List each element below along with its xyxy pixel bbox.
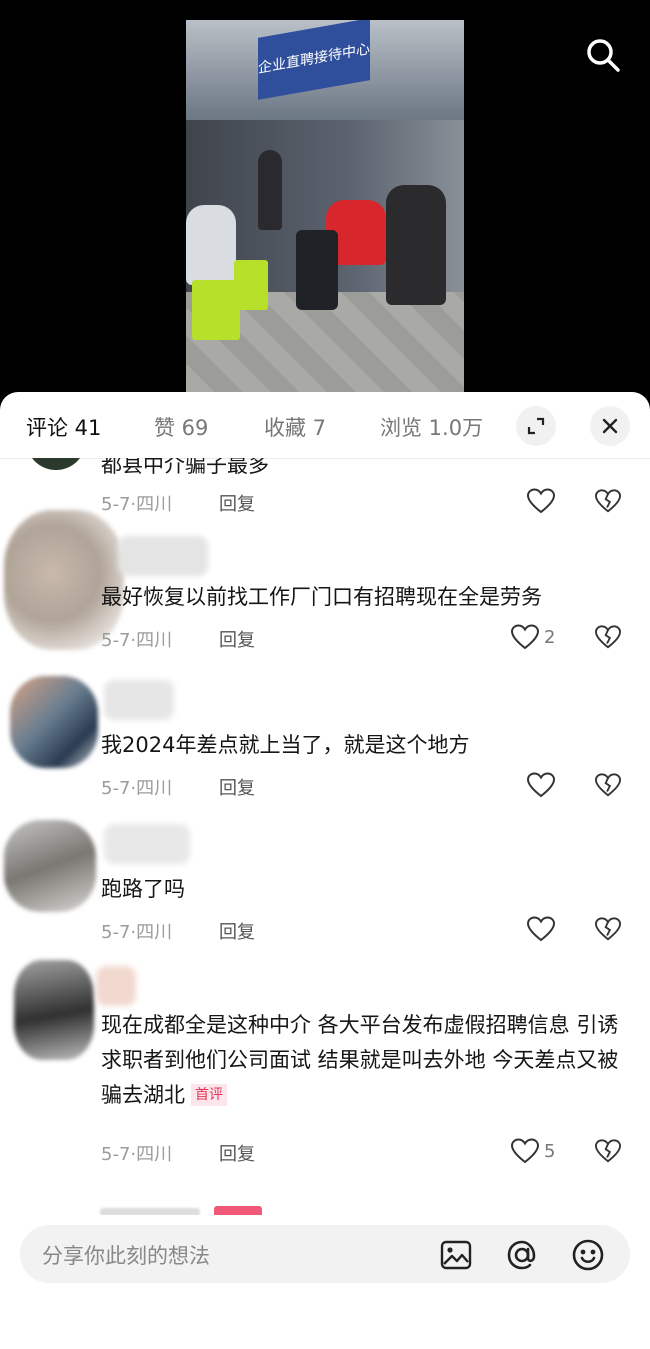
- avatar[interactable]: [10, 676, 98, 768]
- like-count: 5: [544, 1140, 556, 1162]
- reply-button[interactable]: 回复: [219, 918, 255, 944]
- heart-icon: [510, 624, 540, 650]
- dislike-button[interactable]: [594, 1138, 622, 1168]
- dislike-button[interactable]: [594, 772, 622, 802]
- heart-icon: [526, 772, 556, 798]
- like-button[interactable]: [526, 771, 556, 799]
- heart-icon: [526, 916, 556, 942]
- comment-text: 都县中介骗子最多: [101, 458, 269, 477]
- comment-item: 最好恢复以前找工作厂门口有招聘现在全是劳务 5-7·四川 回复 2: [0, 510, 650, 654]
- reply-button[interactable]: 回复: [219, 626, 255, 652]
- comment-meta: 5-7·四川: [101, 778, 173, 799]
- comment-meta: 5-7·四川: [101, 630, 173, 651]
- comment-item: 跑路了吗 5-7·四川 回复: [0, 816, 650, 952]
- expand-icon: [527, 417, 545, 435]
- close-icon: [602, 418, 618, 434]
- comment-item: 我2024年差点就上当了，就是这个地方 5-7·四川 回复: [0, 672, 650, 808]
- image-icon[interactable]: [438, 1237, 474, 1273]
- person-figure: [186, 205, 236, 285]
- like-count: 2: [544, 626, 556, 648]
- person-figure: [258, 150, 282, 230]
- comment-text: 跑路了吗: [101, 877, 185, 901]
- comment-text: 现在成都全是这种中介 各大平台发布虚假招聘信息 引诱求职者到他们公司面试 结果就…: [101, 1013, 619, 1107]
- video-area[interactable]: 企业直聘接待中心: [0, 0, 650, 405]
- avatar[interactable]: [14, 960, 94, 1060]
- like-button[interactable]: 2: [510, 623, 555, 651]
- reply-button[interactable]: 回复: [219, 774, 255, 800]
- like-button[interactable]: [526, 915, 556, 943]
- comment-sheet: 评论 41 赞 69 收藏 7 浏览 1.0万 都县中介骗子最多 5-7·四川 …: [0, 392, 650, 1349]
- comment-item-partial: [0, 1206, 650, 1215]
- badge-partial: [214, 1206, 262, 1215]
- person-figure: [386, 185, 446, 305]
- comment-text: 我2024年差点就上当了，就是这个地方: [101, 733, 470, 757]
- broken-heart-icon: [594, 625, 622, 649]
- username-blurred: [118, 536, 208, 576]
- dislike-button[interactable]: [594, 916, 622, 946]
- comment-text: 最好恢复以前找工作厂门口有招聘现在全是劳务: [101, 585, 542, 609]
- broken-heart-icon: [594, 773, 622, 797]
- expand-button[interactable]: [516, 406, 556, 446]
- tab-views[interactable]: 浏览 1.0万: [380, 412, 483, 442]
- like-button[interactable]: 5: [510, 1137, 555, 1165]
- broken-heart-icon: [594, 917, 622, 941]
- username-blurred: [100, 1208, 200, 1215]
- emoji-icon[interactable]: [570, 1237, 606, 1273]
- avatar[interactable]: [4, 820, 96, 912]
- comment-item: 现在成都全是这种中介 各大平台发布虚假招聘信息 引诱求职者到他们公司面试 结果就…: [0, 960, 650, 1190]
- avatar[interactable]: [26, 458, 86, 470]
- search-icon: [587, 39, 620, 72]
- first-comment-badge: 首评: [191, 1084, 227, 1106]
- tab-favorites[interactable]: 收藏 7: [264, 412, 326, 442]
- heart-icon: [510, 1138, 540, 1164]
- search-button[interactable]: [582, 34, 626, 78]
- tab-likes[interactable]: 赞 69: [154, 412, 208, 442]
- comment-meta: 5-7·四川: [101, 922, 173, 943]
- at-icon[interactable]: [504, 1237, 540, 1273]
- username-blurred: [104, 824, 190, 864]
- reply-button[interactable]: 回复: [219, 1140, 255, 1166]
- comment-input[interactable]: 分享你此刻的想法: [20, 1225, 630, 1283]
- comment-meta: 5-7·四川: [101, 1144, 173, 1165]
- tab-comments[interactable]: 评论 41: [26, 412, 101, 442]
- broken-heart-icon: [594, 1139, 622, 1163]
- dislike-button[interactable]: [594, 624, 622, 654]
- comment-list[interactable]: 都县中介骗子最多 5-7·四川 回复 最好恢复以前找工作厂门口有招聘现在全是劳务…: [0, 458, 650, 1215]
- comment-input-bar: 分享你此刻的想法: [0, 1215, 650, 1349]
- video-frame: 企业直聘接待中心: [186, 20, 464, 392]
- username-blurred: [96, 966, 136, 1006]
- suitcase: [296, 230, 338, 310]
- stool: [234, 260, 268, 310]
- close-button[interactable]: [590, 406, 630, 446]
- comment-input-placeholder: 分享你此刻的想法: [42, 1244, 210, 1268]
- tab-bar: 评论 41 赞 69 收藏 7 浏览 1.0万: [0, 392, 650, 459]
- stool: [192, 280, 240, 340]
- username-blurred: [104, 680, 174, 720]
